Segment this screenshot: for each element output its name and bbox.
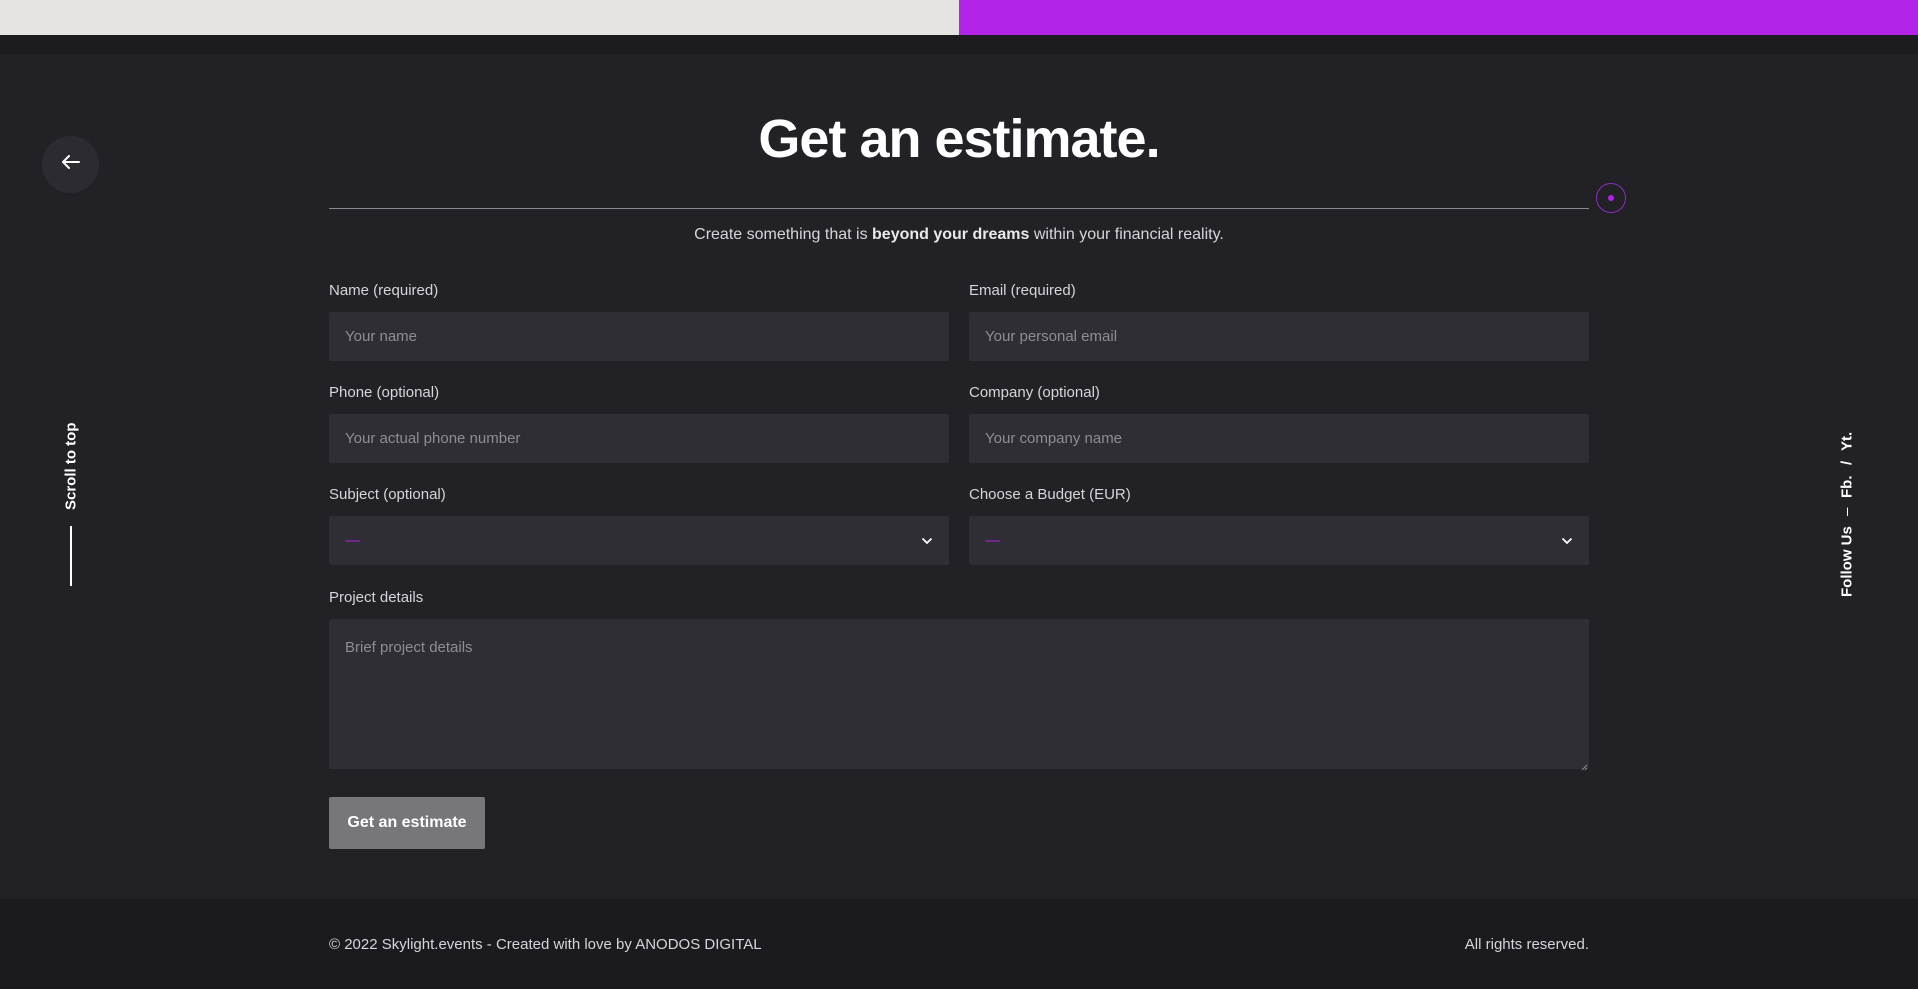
get-estimate-button[interactable]: Get an estimate	[329, 797, 485, 849]
facebook-link[interactable]: Fb.	[1839, 475, 1856, 498]
email-field[interactable]	[969, 312, 1589, 361]
arrow-left-icon	[61, 155, 80, 174]
follow-us-label: Follow Us	[1838, 526, 1856, 597]
social-links: Follow Us – Fb. / Yt.	[1832, 412, 1862, 597]
budget-label: Choose a Budget (EUR)	[969, 486, 1131, 503]
budget-selected-value: —	[985, 532, 1000, 549]
chevron-down-icon	[1561, 532, 1573, 549]
details-label: Project details	[329, 589, 424, 606]
title-divider	[329, 208, 1589, 209]
resize-grip-icon[interactable]	[1581, 758, 1588, 776]
company-label: Company (optional)	[969, 384, 1100, 401]
page-title: Get an estimate.	[758, 109, 1160, 169]
subtitle-emphasis: beyond your dreams	[872, 226, 1030, 243]
social-divider: /	[1838, 461, 1856, 466]
footer-rights: All rights reserved.	[1464, 936, 1589, 953]
phone-label: Phone (optional)	[329, 384, 440, 401]
youtube-link[interactable]: Yt.	[1839, 432, 1856, 451]
subject-label: Subject (optional)	[329, 486, 446, 503]
email-label: Email (required)	[969, 282, 1076, 299]
top-banner-accent	[959, 0, 1918, 35]
name-field[interactable]	[329, 312, 949, 361]
social-separator: –	[1838, 507, 1856, 517]
scroll-to-top-link[interactable]: Scroll to top	[56, 420, 86, 590]
top-banner	[0, 0, 1918, 35]
footer: © 2022 Skylight.events - Created with lo…	[0, 899, 1918, 989]
scroll-to-top-label: Scroll to top	[62, 422, 80, 510]
project-details-field[interactable]	[329, 619, 1589, 769]
phone-field[interactable]	[329, 414, 949, 463]
budget-select[interactable]: —	[969, 516, 1589, 565]
subject-select[interactable]: —	[329, 516, 949, 565]
top-banner-light	[0, 0, 959, 35]
page-subtitle: Create something that is beyond your dre…	[329, 226, 1589, 244]
subject-selected-value: —	[345, 532, 360, 549]
header-strip	[0, 35, 1918, 54]
footer-copyright: © 2022 Skylight.events - Created with lo…	[329, 936, 762, 953]
company-field[interactable]	[969, 414, 1589, 463]
back-button[interactable]	[42, 136, 99, 193]
name-label: Name (required)	[329, 282, 439, 299]
scroll-to-top-line	[70, 526, 72, 586]
subtitle-text-start: Create something that is	[694, 226, 873, 243]
subtitle-text-end: within your financial reality.	[1029, 226, 1224, 243]
cursor-dot-icon	[1596, 183, 1626, 213]
chevron-down-icon	[921, 532, 933, 549]
